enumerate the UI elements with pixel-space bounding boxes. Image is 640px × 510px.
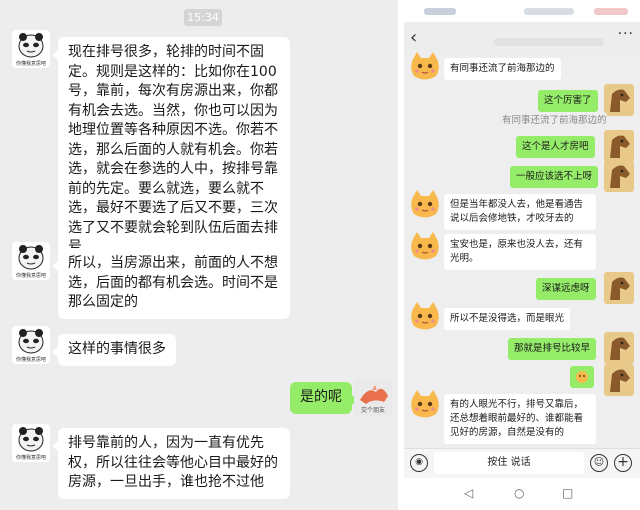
left-chat-panel: 15:34 你懂我意思吧 现在排号很多，轮排的时间不固定。规则是这样的：比如你在…	[0, 0, 398, 510]
message-bubble: 但是当年都没人去，他是看通告说以后会修地铁，才咬牙去的	[444, 194, 596, 230]
cat-sticker-icon	[576, 371, 588, 383]
input-bar: ◉ 按住 说话 ☺ +	[404, 448, 640, 478]
cat-emoji-avatar[interactable]	[408, 188, 442, 222]
more-icon[interactable]: ···	[618, 26, 634, 42]
emoji-icon[interactable]: ☺	[590, 454, 608, 472]
message-bubble: 排号靠前的人，因为一直有优先权，所以往往会等他心目中最好的房源，一旦出手，谁也抢…	[52, 428, 290, 499]
cat-emoji-avatar[interactable]	[408, 50, 442, 84]
horse-avatar[interactable]	[604, 84, 634, 116]
android-nav-bar: ◁ ○ □	[404, 478, 640, 510]
message-bubble: 现在排号很多，轮排的时间不固定。规则是这样的：比如你在100号，靠前，每次有房源…	[52, 37, 290, 264]
svg-text:你懂我意思吧: 你懂我意思吧	[16, 272, 46, 279]
message-bubble: 有的人眼光不行，排号又靠后，还总想着眼前最好的、谁都能看见好的房源，自然是没有的	[444, 394, 596, 444]
message-bubble: 有同事还流了前海那边的	[444, 58, 561, 80]
recalled-message: 有同事还流了前海那边的	[502, 112, 607, 130]
voice-icon[interactable]: ◉	[410, 454, 428, 472]
horse-avatar[interactable]	[604, 364, 634, 396]
right-chat-panel: ‹ ··· 有同事还流了前海那边的 这个厉害了 有同事还流了前海那边的 这个是人…	[404, 0, 640, 510]
message-bubble: 所以，当房源出来，前面的人不想选，后面的都有机会选。时间不是那么固定的	[52, 248, 290, 319]
horse-avatar[interactable]	[604, 272, 634, 304]
horse-avatar[interactable]	[604, 160, 634, 192]
redacted-title	[494, 38, 604, 46]
own-message-bubble: 一般应该选不上呀	[510, 166, 599, 188]
own-message-bubble: 这个是人才房吧	[516, 136, 595, 158]
status-blur	[524, 8, 574, 15]
horse-avatar[interactable]	[604, 332, 634, 364]
message-bubble: 这样的事情很多	[52, 334, 176, 366]
nav-recent-icon[interactable]: □	[562, 485, 573, 501]
horse-avatar[interactable]	[604, 130, 634, 162]
panda-meme-avatar[interactable]: 你懂我意思吧	[12, 424, 50, 462]
message-bubble: 所以不是没得选，而是眼光	[444, 308, 571, 330]
own-message-bubble: 深谋远虑呀	[536, 278, 596, 300]
cat-emoji-avatar[interactable]	[408, 388, 442, 422]
timestamp: 15:34	[184, 9, 222, 26]
status-blur	[424, 8, 456, 15]
panda-meme-avatar[interactable]: 你懂我意思吧	[12, 326, 50, 364]
cat-emoji-avatar[interactable]	[408, 230, 442, 264]
cat-emoji-avatar[interactable]	[408, 300, 442, 334]
panda-meme-avatar[interactable]: 你懂我意思吧	[12, 30, 50, 68]
status-blur	[594, 8, 628, 15]
own-message-bubble: 是的呢	[290, 382, 358, 414]
panda-meme-avatar[interactable]: 你懂我意思吧	[12, 242, 50, 280]
nav-back-icon[interactable]: ◁	[464, 485, 473, 501]
own-avatar[interactable]: 交个朋友	[354, 378, 392, 416]
sticker-bubble	[570, 366, 594, 388]
hold-to-talk-button[interactable]: 按住 说话	[434, 452, 584, 474]
back-icon[interactable]: ‹	[410, 28, 417, 48]
own-message-bubble: 那就是排号比较早	[508, 338, 597, 360]
own-message-bubble: 这个厉害了	[538, 90, 598, 112]
own-avatar-caption: 交个朋友	[360, 407, 385, 414]
svg-text:你懂我意思吧: 你懂我意思吧	[16, 454, 46, 461]
status-bar	[404, 0, 640, 22]
svg-text:你懂我意思吧: 你懂我意思吧	[16, 60, 46, 67]
plus-icon[interactable]: +	[614, 454, 632, 472]
message-bubble: 宝安也是，原来也没人去，还有光明。	[444, 234, 596, 270]
nav-home-icon[interactable]: ○	[514, 485, 524, 501]
svg-text:你懂我意思吧: 你懂我意思吧	[16, 356, 46, 363]
